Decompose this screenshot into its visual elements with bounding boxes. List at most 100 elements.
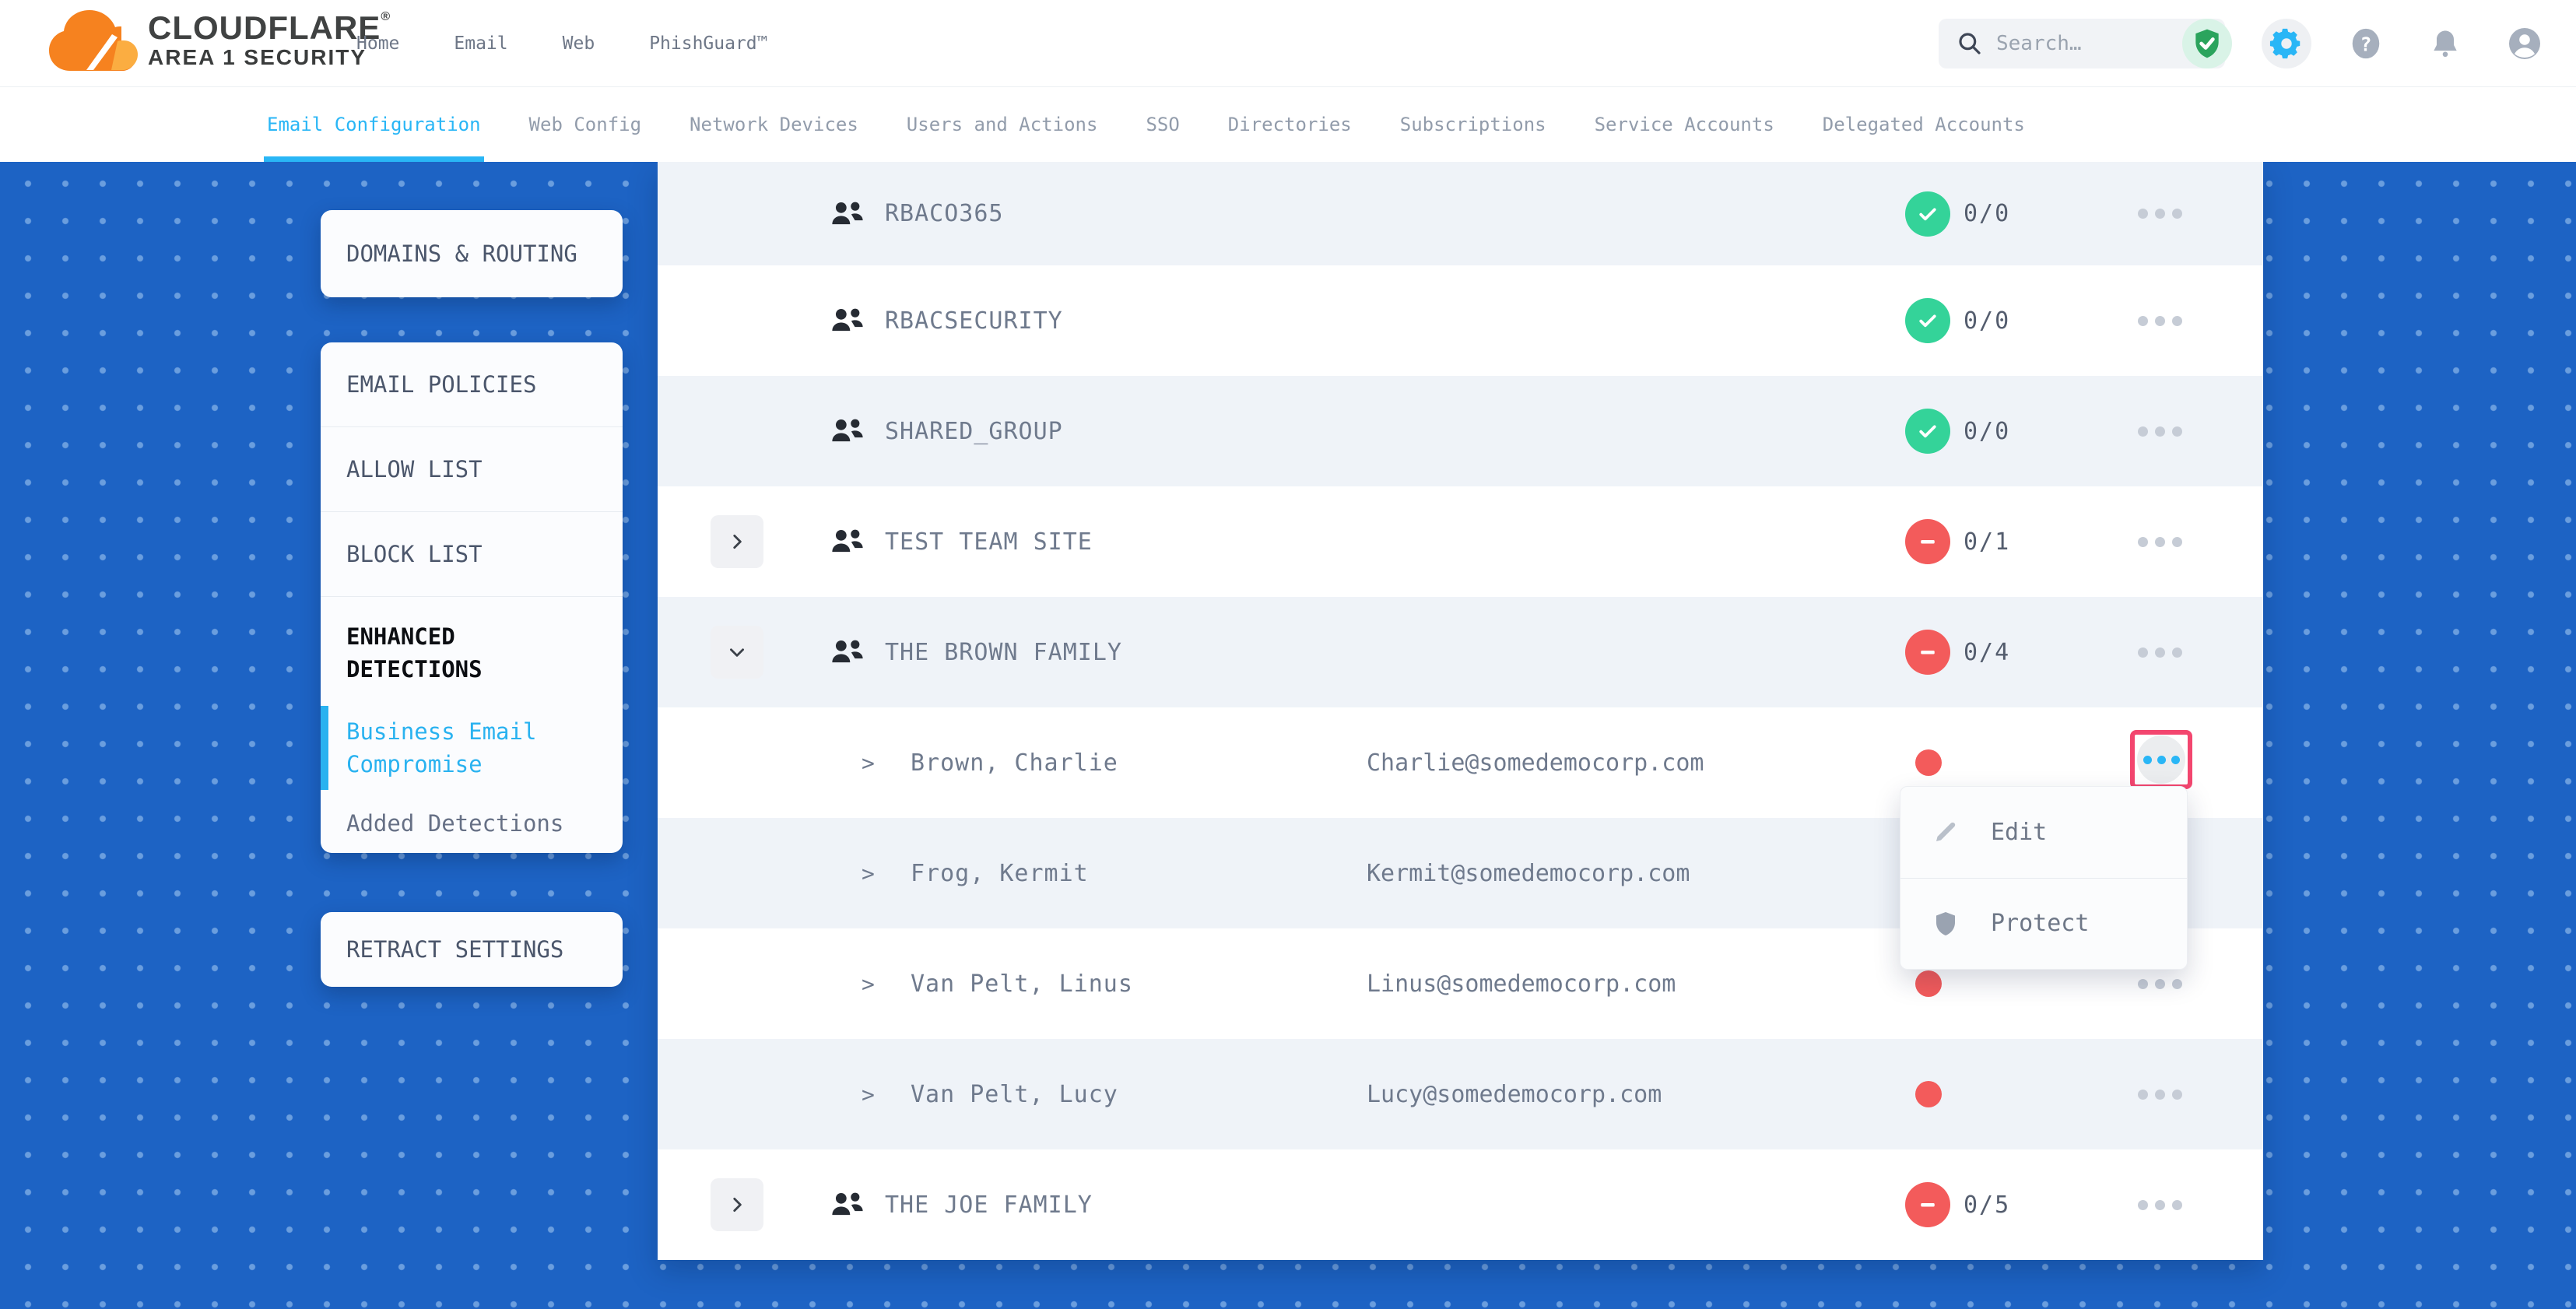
protected-count: 0/0 [1964, 307, 2010, 335]
tab-directories[interactable]: Directories [1228, 87, 1352, 162]
row-menu-button[interactable] [2131, 402, 2188, 460]
tab-service-accounts[interactable]: Service Accounts [1595, 87, 1774, 162]
brand-tagline: AREA 1 SECURITY [148, 45, 391, 70]
sidebar-item-block-list[interactable]: BLOCK LIST [321, 512, 623, 597]
settings-gear-icon[interactable] [2262, 19, 2311, 68]
table-row[interactable]: RBACSECURITY 0/0 [658, 265, 2263, 376]
tab-sso[interactable]: SSO [1146, 87, 1179, 162]
chevron-right-icon [727, 1195, 747, 1215]
minus-icon [1916, 530, 1939, 553]
config-tabs-bar: Email Configuration Web Config Network Dev… [0, 87, 2576, 162]
tab-delegated-accounts[interactable]: Delegated Accounts [1823, 87, 2025, 162]
member-caret-icon: > [862, 971, 875, 997]
status-badge [1905, 298, 1950, 343]
sidebar-item-domains-routing[interactable]: DOMAINS & ROUTING [321, 210, 623, 297]
member-caret-icon: > [862, 1082, 875, 1107]
row-email: Kermit@somedemocorp.com [1367, 860, 1690, 887]
group-people-icon [827, 307, 868, 335]
context-menu-item-edit[interactable]: Edit [1900, 787, 2187, 878]
status-badge [1905, 630, 1950, 675]
row-name: TEST TEAM SITE [885, 528, 1093, 556]
search-icon [1957, 31, 1982, 56]
row-name: Brown, Charlie [911, 749, 1118, 777]
row-menu-button[interactable] [2131, 623, 2188, 681]
primary-nav-link[interactable]: PhishGuard™ [649, 33, 767, 54]
tab-email-configuration[interactable]: Email Configuration [267, 87, 481, 162]
group-people-icon [827, 1191, 868, 1219]
status-badge [1915, 970, 1942, 997]
tab-web-config[interactable]: Web Config [529, 87, 642, 162]
table-row[interactable]: > Van Pelt, Lucy Lucy@somedemocorp.com [658, 1039, 2263, 1149]
check-icon [1916, 309, 1939, 332]
primary-nav-link[interactable]: Web [563, 33, 595, 54]
tab-subscriptions[interactable]: Subscriptions [1400, 87, 1546, 162]
context-menu-item-label: Edit [1991, 819, 2047, 846]
row-name: Van Pelt, Lucy [911, 1081, 1118, 1108]
row-menu-button-active[interactable] [2137, 735, 2185, 784]
primary-nav-link[interactable]: Email [454, 33, 507, 54]
row-name: Van Pelt, Linus [911, 970, 1133, 998]
row-menu-button[interactable] [2131, 1176, 2188, 1234]
protected-count: 0/4 [1964, 639, 2010, 666]
sidebar-section-enhanced-detections: ENHANCED DETECTIONS [321, 597, 623, 686]
table-row[interactable]: SHARED_GROUP 0/0 [658, 376, 2263, 486]
help-icon[interactable]: ? [2341, 19, 2391, 68]
protected-count: 0/0 [1964, 418, 2010, 445]
chevron-right-icon [727, 642, 747, 662]
context-menu-item-protect[interactable]: Protect [1900, 878, 2187, 970]
header-icon-cluster: ? [2182, 0, 2550, 87]
expand-row-button[interactable] [711, 1178, 763, 1231]
protected-count: 0/5 [1964, 1191, 2010, 1219]
row-menu-button[interactable] [2131, 292, 2188, 349]
row-context-menu: Edit Protect [1900, 786, 2188, 970]
group-people-icon [827, 200, 868, 228]
expand-row-button[interactable] [711, 626, 763, 679]
sidebar-policies-card: EMAIL POLICIESALLOW LISTBLOCK LIST ENHAN… [321, 342, 623, 853]
tab-network-devices[interactable]: Network Devices [690, 87, 858, 162]
row-menu-button[interactable] [2131, 185, 2188, 243]
row-name: RBACO365 [885, 200, 1004, 227]
row-name: THE JOE FAMILY [885, 1191, 1093, 1219]
expand-row-button[interactable] [711, 515, 763, 568]
svg-text:?: ? [2360, 33, 2372, 56]
primary-nav: Home Email Web PhishGuard™ [356, 0, 768, 87]
row-name: THE BROWN FAMILY [885, 639, 1122, 666]
search-input[interactable] [1996, 32, 2199, 55]
shield-icon [1932, 910, 1960, 938]
sidebar-item-retract-settings[interactable]: RETRACT SETTINGS [321, 912, 623, 987]
row-email: Lucy@somedemocorp.com [1367, 1081, 1662, 1108]
table-row[interactable]: THE BROWN FAMILY 0/4 [658, 597, 2263, 707]
row-menu-button[interactable] [2131, 513, 2188, 570]
table-row[interactable]: THE JOE FAMILY 0/5 [658, 1149, 2263, 1260]
brand-name: CLOUDFLARE® [148, 11, 391, 45]
row-email: Linus@somedemocorp.com [1367, 970, 1676, 998]
group-people-icon [827, 528, 868, 556]
minus-icon [1916, 640, 1939, 664]
menu-button-highlight [2130, 730, 2192, 789]
sidebar-subitem-business-email-compromise[interactable]: Business Email Compromise [321, 706, 623, 790]
row-name: SHARED_GROUP [885, 418, 1063, 445]
shield-check-icon[interactable] [2182, 19, 2232, 68]
status-badge [1905, 1182, 1950, 1227]
account-avatar-icon[interactable] [2500, 19, 2550, 68]
chevron-right-icon [727, 532, 747, 552]
notifications-bell-icon[interactable] [2420, 19, 2470, 68]
protected-count: 0/0 [1964, 200, 2010, 227]
app-root: CLOUDFLARE® AREA 1 SECURITY Home Email Web… [0, 0, 2576, 1309]
cloudflare-logo[interactable]: CLOUDFLARE® AREA 1 SECURITY [47, 8, 391, 73]
status-badge [1905, 519, 1950, 564]
primary-nav-link[interactable]: Home [356, 33, 399, 54]
row-name: RBACSECURITY [885, 307, 1063, 335]
sidebar-item-label: DOMAINS & ROUTING [346, 240, 577, 267]
status-badge [1905, 191, 1950, 237]
groups-table: RBACO365 0/0 RBACSECURITY 0/0 SHARED_GRO… [658, 162, 2263, 1260]
tab-users-and-actions[interactable]: Users and Actions [907, 87, 1098, 162]
sidebar-item-email-policies[interactable]: EMAIL POLICIES [321, 342, 623, 427]
table-row[interactable]: RBACO365 0/0 [658, 162, 2263, 265]
pencil-icon [1932, 818, 1960, 846]
sidebar-item-allow-list[interactable]: ALLOW LIST [321, 427, 623, 512]
group-people-icon [827, 417, 868, 445]
sidebar-subitem-added-detections[interactable]: Added Detections [321, 798, 623, 849]
table-row[interactable]: TEST TEAM SITE 0/1 [658, 486, 2263, 597]
row-menu-button[interactable] [2131, 1065, 2188, 1123]
